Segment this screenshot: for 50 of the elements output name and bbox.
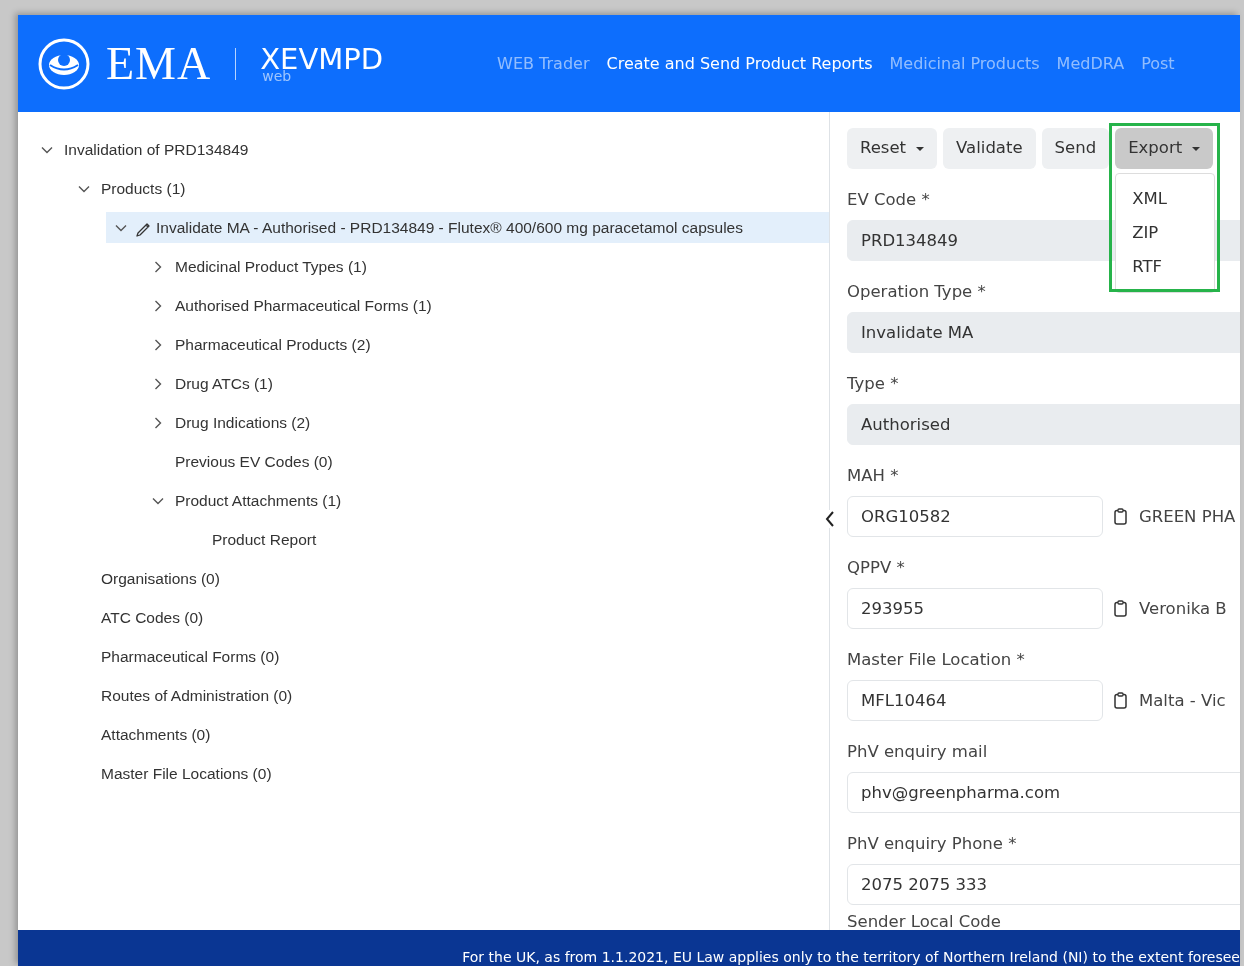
caret-icon [916, 146, 925, 151]
nav-link[interactable]: Create and Send Product Reports [606, 51, 873, 76]
dropdown-button[interactable]: Reset [847, 128, 938, 169]
tree-item[interactable]: Drug ATCs (1) [143, 364, 829, 403]
tree-item[interactable]: ATC Codes (0) [69, 598, 829, 637]
caret-icon [1192, 146, 1201, 151]
field-label: PhV enquiry mail [847, 741, 988, 763]
lookup-name: GREEN PHA [1139, 505, 1236, 528]
tree-item[interactable]: Medicinal Product Types (1) [143, 247, 829, 286]
tree-item[interactable]: Pharmaceutical Forms (0) [69, 637, 829, 676]
input-field[interactable]: ORG10582 [847, 496, 1103, 537]
logo-text: EMA [106, 40, 212, 87]
tree-item[interactable]: Invalidate MA - Authorised - PRD134849 - Flutex® 400/600 mg paracetamol capsules [106, 212, 829, 243]
menu-item[interactable]: XML [1116, 182, 1215, 216]
lookup-name: Malta - Vic [1139, 689, 1226, 712]
field-label: Type * [847, 373, 899, 395]
input-field[interactable]: MFL10464 [847, 680, 1103, 721]
clipboard-icon[interactable] [1114, 508, 1127, 525]
input-field[interactable]: 293955 [847, 588, 1103, 629]
field-label: Operation Type * [847, 281, 986, 303]
clipboard-icon[interactable] [1114, 600, 1127, 617]
tree-item[interactable]: Product Attachments (1) [143, 481, 829, 520]
tree-item[interactable]: Attachments (0) [69, 715, 829, 754]
input-field[interactable]: phv@greenpharma.com [847, 772, 1240, 813]
clipboard-icon[interactable] [1114, 692, 1127, 709]
tree-item[interactable]: Master File Locations (0) [69, 754, 829, 793]
tree-item[interactable]: Previous EV Codes (0) [143, 442, 829, 481]
footer-notice: For the UK, as from 1.1.2021, EU Law applies only to the territory of Northern Ireland (NI) to the extent foresee [18, 930, 1240, 966]
field-label: Sender Local Code [847, 911, 1001, 930]
tree-item[interactable]: Products (1) [69, 169, 829, 208]
tree-item[interactable]: Product Report [180, 520, 829, 559]
lookup-name: Veronika B [1139, 597, 1227, 620]
input-field[interactable]: Invalidate MA [847, 312, 1240, 353]
toolbar-button[interactable]: Validate [943, 128, 1036, 169]
tree-item[interactable]: Drug Indications (2) [143, 403, 829, 442]
dropdown-button[interactable]: Export [1115, 128, 1214, 169]
field-label: EV Code * [847, 189, 930, 211]
input-field[interactable]: Authorised [847, 404, 1240, 445]
tree-item[interactable]: Routes of Administration (0) [69, 676, 829, 715]
input-field[interactable]: 2075 2075 333 [847, 864, 1240, 905]
tree-item[interactable]: Authorised Pharmaceutical Forms (1) [143, 286, 829, 325]
tree-item[interactable]: Invalidation of PRD134849 [32, 130, 829, 169]
toolbar-button[interactable]: Send [1041, 128, 1110, 169]
tree-item[interactable]: Pharmaceutical Products (2) [143, 325, 829, 364]
field-label: PhV enquiry Phone * [847, 833, 1017, 855]
field-label: Master File Location * [847, 649, 1025, 671]
logo-icon [38, 37, 90, 90]
field-label: MAH * [847, 465, 899, 487]
field-label: QPPV * [847, 557, 905, 579]
tree-item[interactable]: Organisations (0) [69, 559, 829, 598]
